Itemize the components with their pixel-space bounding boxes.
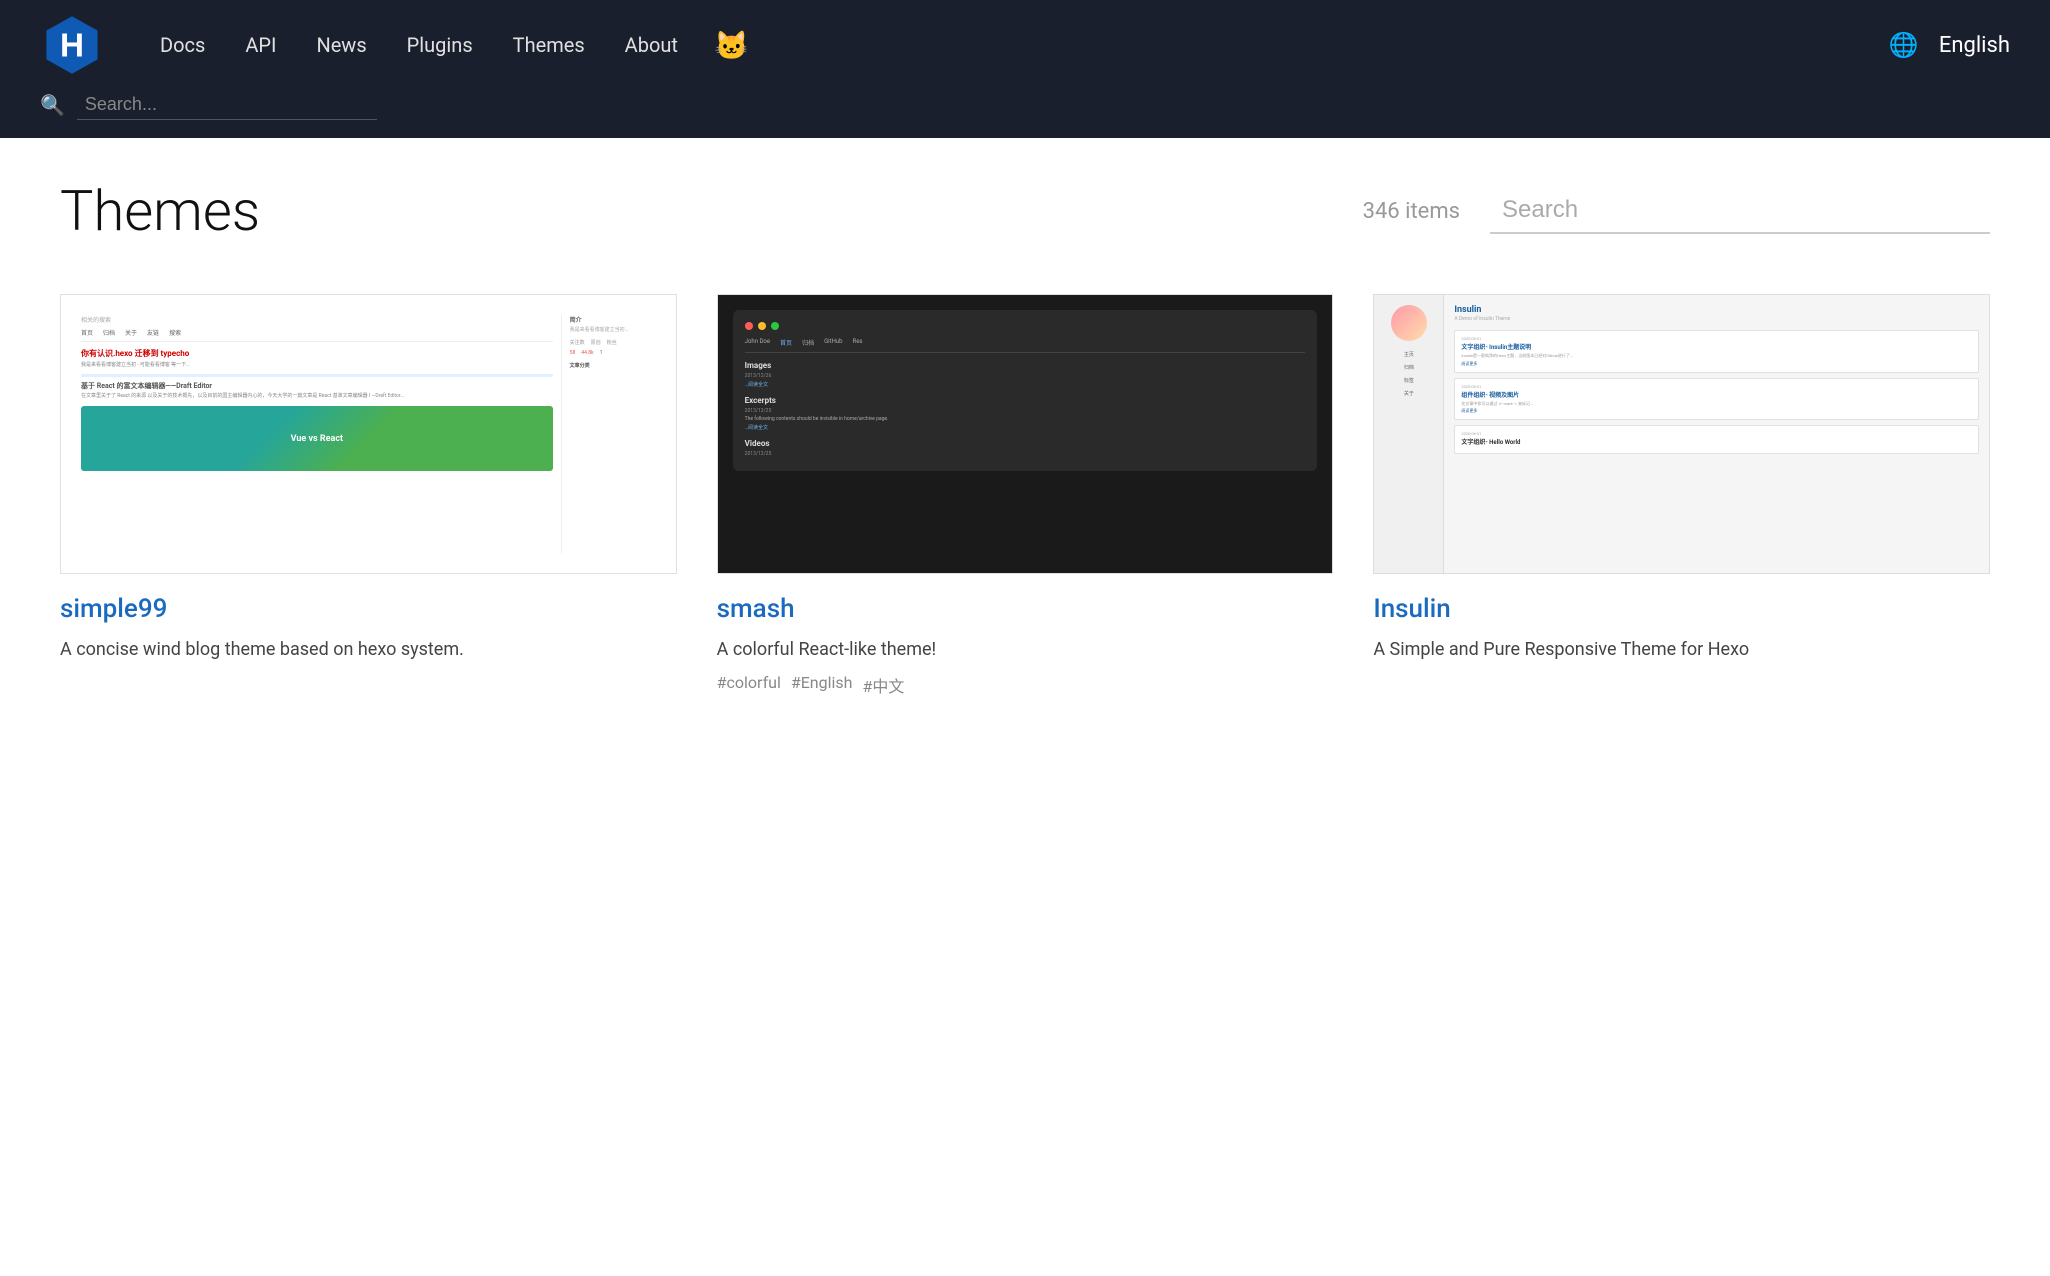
items-count: 346 items [1363,199,1460,224]
theme-thumbnail-smash[interactable]: John Doe首页归档GitHubRes Images 2013/12/26 … [717,294,1334,574]
themes-search-input[interactable] [1490,188,1990,234]
theme-name-insulin[interactable]: Insulin [1373,594,1990,624]
svg-text:H: H [60,28,84,65]
github-icon[interactable]: 🐱 [702,21,761,70]
theme-card-insulin: 主页 归档 标签 关于 Insulin A Demo of Insulin Th… [1373,294,1990,697]
header-search-input[interactable] [77,90,377,120]
theme-tag-2: #中文 [862,673,904,697]
theme-card-smash: John Doe首页归档GitHubRes Images 2013/12/26 … [717,294,1334,697]
theme-thumbnail-insulin[interactable]: 主页 归档 标签 关于 Insulin A Demo of Insulin Th… [1373,294,1990,574]
nav-api[interactable]: API [229,25,292,65]
nav-news[interactable]: News [300,25,382,65]
site-logo[interactable]: H [40,13,104,77]
nav-about[interactable]: About [609,25,694,65]
search-icon: 🔍 [40,93,65,117]
theme-thumbnail-simple99[interactable]: 相关的搜索 首页归档关于友链搜索 你有认识.hexo 迁移到 typecho 我… [60,294,677,574]
theme-name-simple99[interactable]: simple99 [60,594,677,624]
themes-grid: 相关的搜索 首页归档关于友链搜索 你有认识.hexo 迁移到 typecho 我… [60,294,1990,697]
globe-icon[interactable]: 🌐 [1889,31,1919,59]
language-selector[interactable]: English [1939,33,2010,58]
nav-plugins[interactable]: Plugins [391,25,489,65]
header-right: 🌐 English [1889,31,2010,59]
theme-card-simple99: 相关的搜索 首页归档关于友链搜索 你有认识.hexo 迁移到 typecho 我… [60,294,677,697]
page-title: Themes [60,178,1363,244]
theme-desc-smash: A colorful React-like theme! [717,636,1334,663]
theme-tags-smash: #colorful #English #中文 [717,673,1334,697]
page-header: Themes 346 items [60,178,1990,244]
main-content: Themes 346 items 相关的搜索 首页归档关于友链搜索 你有认识.h… [0,138,2050,737]
theme-name-smash[interactable]: smash [717,594,1334,624]
nav-docs[interactable]: Docs [144,25,221,65]
theme-tag-1: #English [791,673,853,697]
header-search-row: 🔍 [0,90,2050,138]
main-nav: Docs API News Plugins Themes About 🐱 [144,21,1889,70]
theme-desc-simple99: A concise wind blog theme based on hexo … [60,636,677,663]
theme-tag-0: #colorful [717,673,781,697]
nav-themes[interactable]: Themes [497,25,601,65]
theme-desc-insulin: A Simple and Pure Responsive Theme for H… [1373,636,1990,663]
header-bar: H Docs API News Plugins Themes About 🐱 🌐… [0,0,2050,90]
